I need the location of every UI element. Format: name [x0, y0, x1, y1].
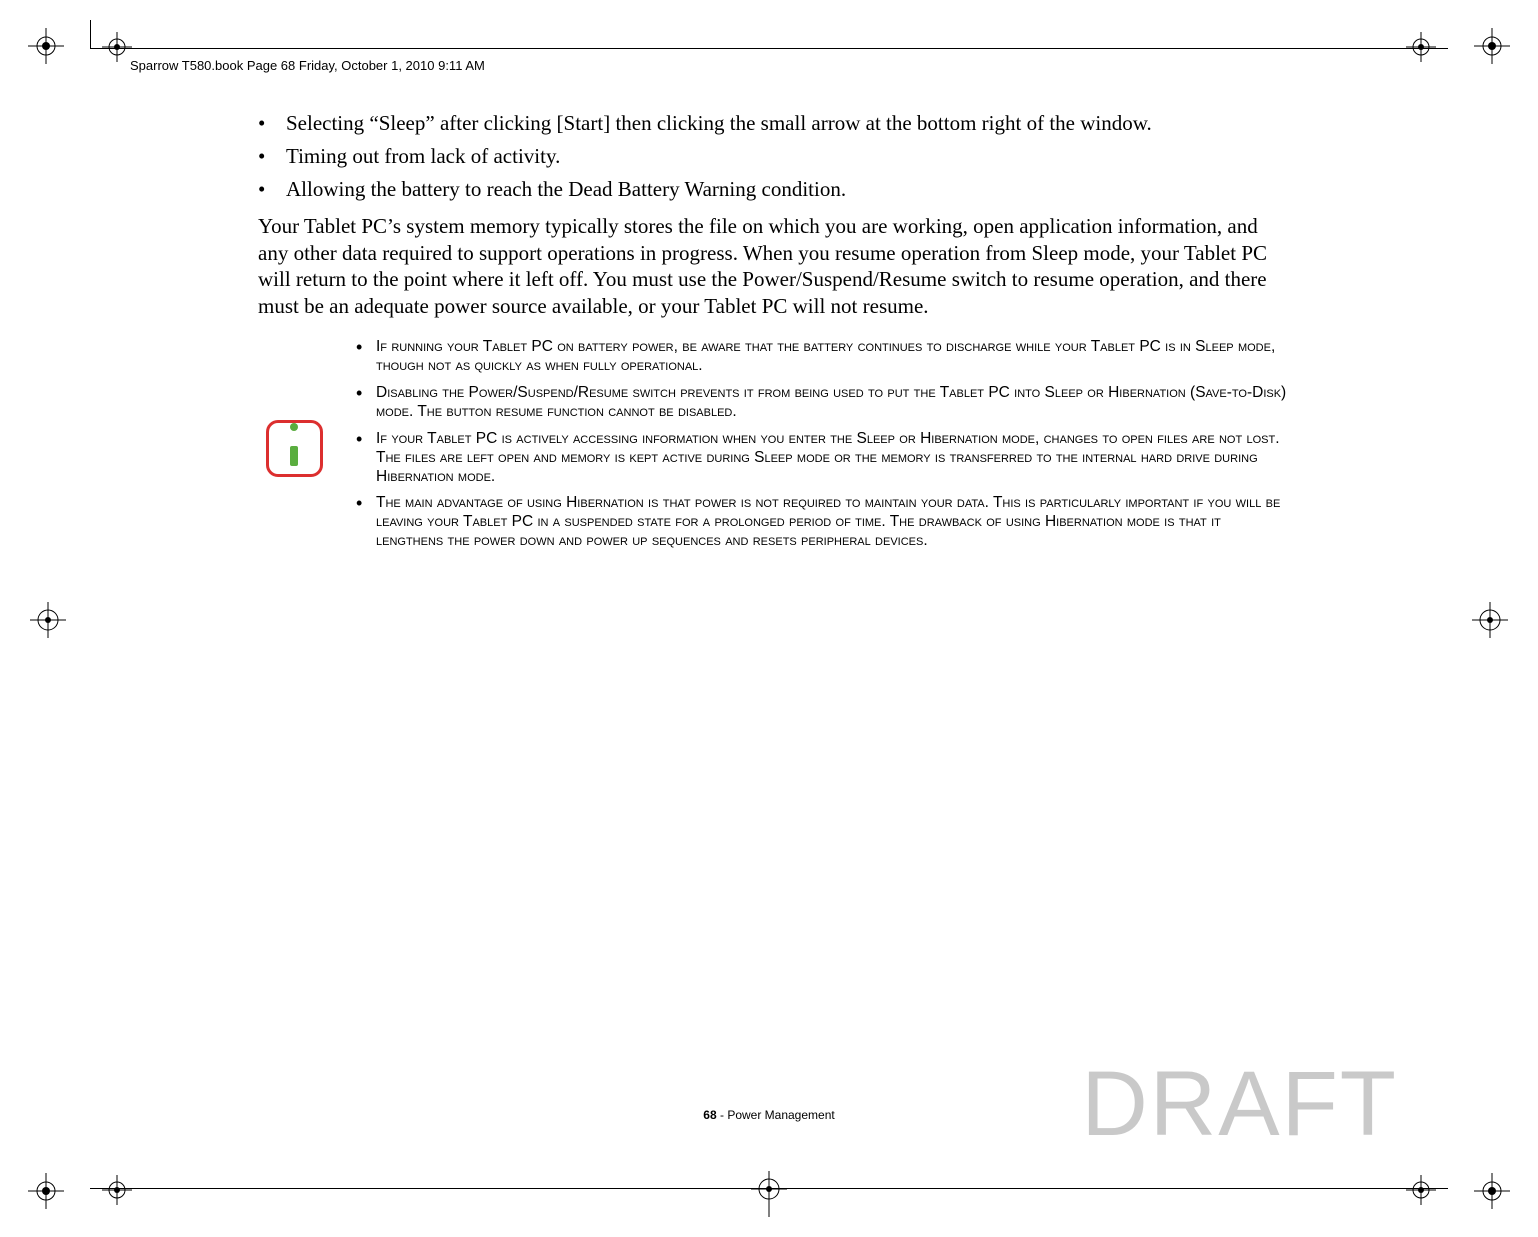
info-note-box: If running your Tablet PC on battery pow… [258, 338, 1288, 559]
page-content: Selecting “Sleep” after clicking [Start]… [258, 110, 1288, 559]
crosshair-mark-icon [28, 600, 68, 640]
running-header-text: Sparrow T580.book Page 68 Friday, Octobe… [130, 58, 485, 73]
page-number: 68 [703, 1108, 716, 1122]
registration-mark-icon [1474, 28, 1510, 64]
crop-mark-icon [102, 32, 132, 62]
info-icon [266, 420, 323, 477]
registration-mark-icon [28, 28, 64, 64]
info-icon-wrap [258, 420, 330, 477]
info-note-list: If running your Tablet PC on battery pow… [354, 338, 1288, 559]
crop-mark-icon [1406, 32, 1436, 62]
top-ruler-line [90, 48, 1448, 49]
registration-mark-icon [1474, 1173, 1510, 1209]
registration-mark-icon [28, 1173, 64, 1209]
list-item: Disabling the Power/Suspend/Resume switc… [354, 384, 1288, 422]
page-footer: 68 - Power Management [703, 1108, 834, 1122]
top-tick-mark [90, 20, 91, 48]
info-icon-bar [290, 446, 298, 466]
info-item-text: If your Tablet PC is actively accessing … [376, 430, 1280, 485]
primary-bullet-list: Selecting “Sleep” after clicking [Start]… [258, 110, 1288, 203]
footer-section: - Power Management [717, 1108, 835, 1122]
list-item: If your Tablet PC is actively accessing … [354, 430, 1288, 487]
list-item-text: Timing out from lack of activity. [286, 144, 560, 168]
info-item-text: If running your Tablet PC on battery pow… [376, 338, 1275, 374]
list-item: Allowing the battery to reach the Dead B… [258, 176, 1288, 203]
bottom-tick-mark [769, 1189, 770, 1217]
list-item: Timing out from lack of activity. [258, 143, 1288, 170]
draft-watermark: DRAFT [1081, 1052, 1398, 1157]
list-item: If running your Tablet PC on battery pow… [354, 338, 1288, 376]
crop-mark-icon [1406, 1175, 1436, 1205]
list-item: The main advantage of using Hibernation … [354, 494, 1288, 551]
info-icon-dot [290, 423, 298, 431]
list-item-text: Allowing the battery to reach the Dead B… [286, 177, 846, 201]
list-item-text: Selecting “Sleep” after clicking [Start]… [286, 111, 1152, 135]
body-paragraph: Your Tablet PC’s system memory typically… [258, 213, 1288, 321]
info-item-text: Disabling the Power/Suspend/Resume switc… [376, 384, 1286, 420]
info-item-text: The main advantage of using Hibernation … [376, 494, 1280, 549]
crop-mark-icon [102, 1175, 132, 1205]
crosshair-mark-icon [1470, 600, 1510, 640]
list-item: Selecting “Sleep” after clicking [Start]… [258, 110, 1288, 137]
